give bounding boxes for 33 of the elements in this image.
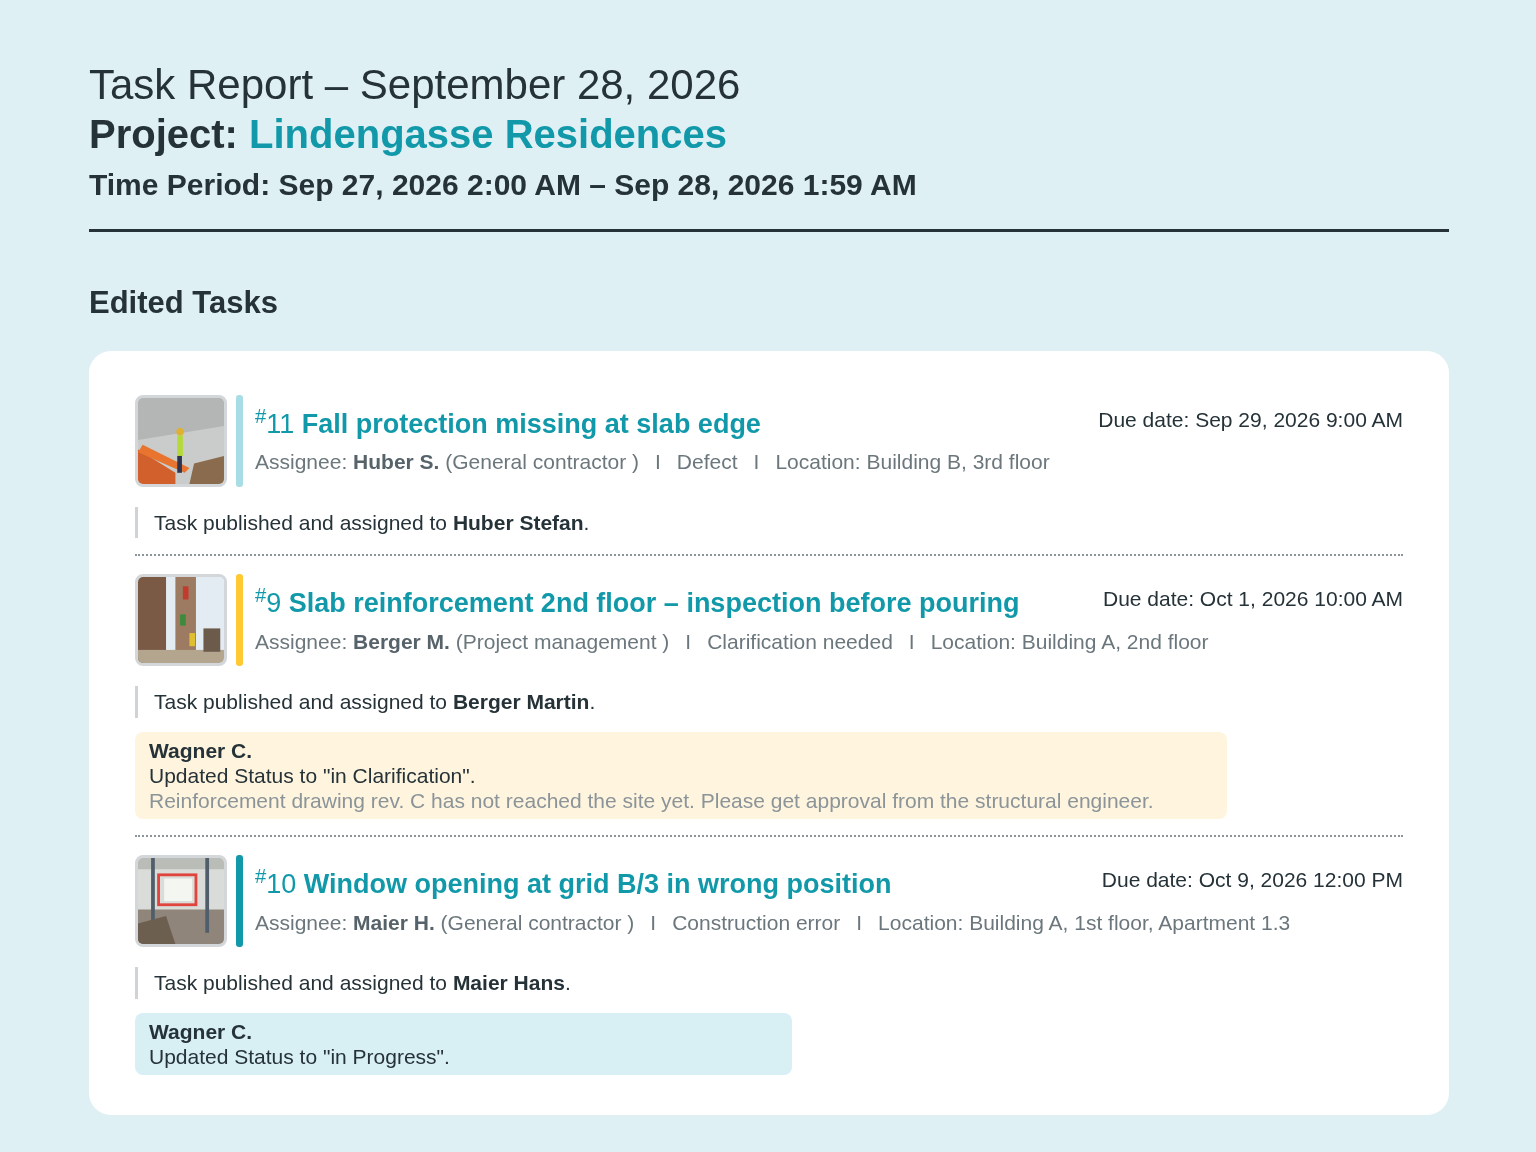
comment-note: Reinforcement drawing rev. C has not reached the site yet. Please get approval from the structural engineer. [149,788,1155,814]
activity-log: Task published and assigned to Berger Martin. [135,686,1403,718]
task-location: Location: Building A, 2nd floor [930,628,1209,655]
task-type: Clarification needed [707,628,893,655]
activity-log: Task published and assigned to Maier Hans. [135,967,1403,999]
due-date: Due date: Sep 29, 2026 9:00 AM [1098,406,1403,433]
task-type: Defect [676,449,738,476]
activity-log: Task published and assigned to Huber Stefan. [135,506,1403,539]
assignee-info: Assignee: Maier H. (General contractor ) [255,909,635,936]
comment-text: Updated Status to "in Progress". [149,1044,451,1070]
task-location: Location: Building B, 3rd floor [775,449,1050,476]
separator-text: I [655,449,661,476]
comment-author: Wagner C. [149,737,254,764]
separator-text: I [856,909,863,936]
due-date: Due date: Oct 9, 2026 12:00 PM [1101,867,1403,894]
task-title[interactable]: $^{#}$9 Slab reinforcement 2nd floor – inspection before pouring [255,583,1020,624]
task-title[interactable]: $^{#}$11 Fall protection missing at slab edge [255,403,761,445]
separator-text: I [650,909,657,936]
task-type: Construction error [672,909,841,936]
assignee-info: Assignee: Berger M. (Project management ) [255,628,670,655]
separator-text: I [685,628,692,655]
due-date: Due date: Oct 1, 2026 10:00 AM [1102,586,1403,613]
comment-author: Wagner C. [149,1018,254,1045]
separator-text: I [753,449,760,476]
comment-text: Updated Status to "in Clarification". [149,763,477,789]
section-title: Edited Tasks [89,284,279,323]
time-period: Time Period: Sep 27, 2026 2:00 AM – Sep 28, 2026 1:59 AM [89,167,918,204]
separator-text: I [908,628,915,655]
project-heading: Project: Lindengasse Residences [89,111,728,159]
task-location: Location: Building A, 1st floor, Apartment 1.3 [878,909,1291,936]
assignee-info: Assignee: Huber S. (General contractor ) [255,449,639,476]
task-title[interactable]: $^{#}$10 Window opening at grid B/3 in wrong position [255,864,892,905]
report-title: Task Report – September 28, 2026 [89,60,742,110]
